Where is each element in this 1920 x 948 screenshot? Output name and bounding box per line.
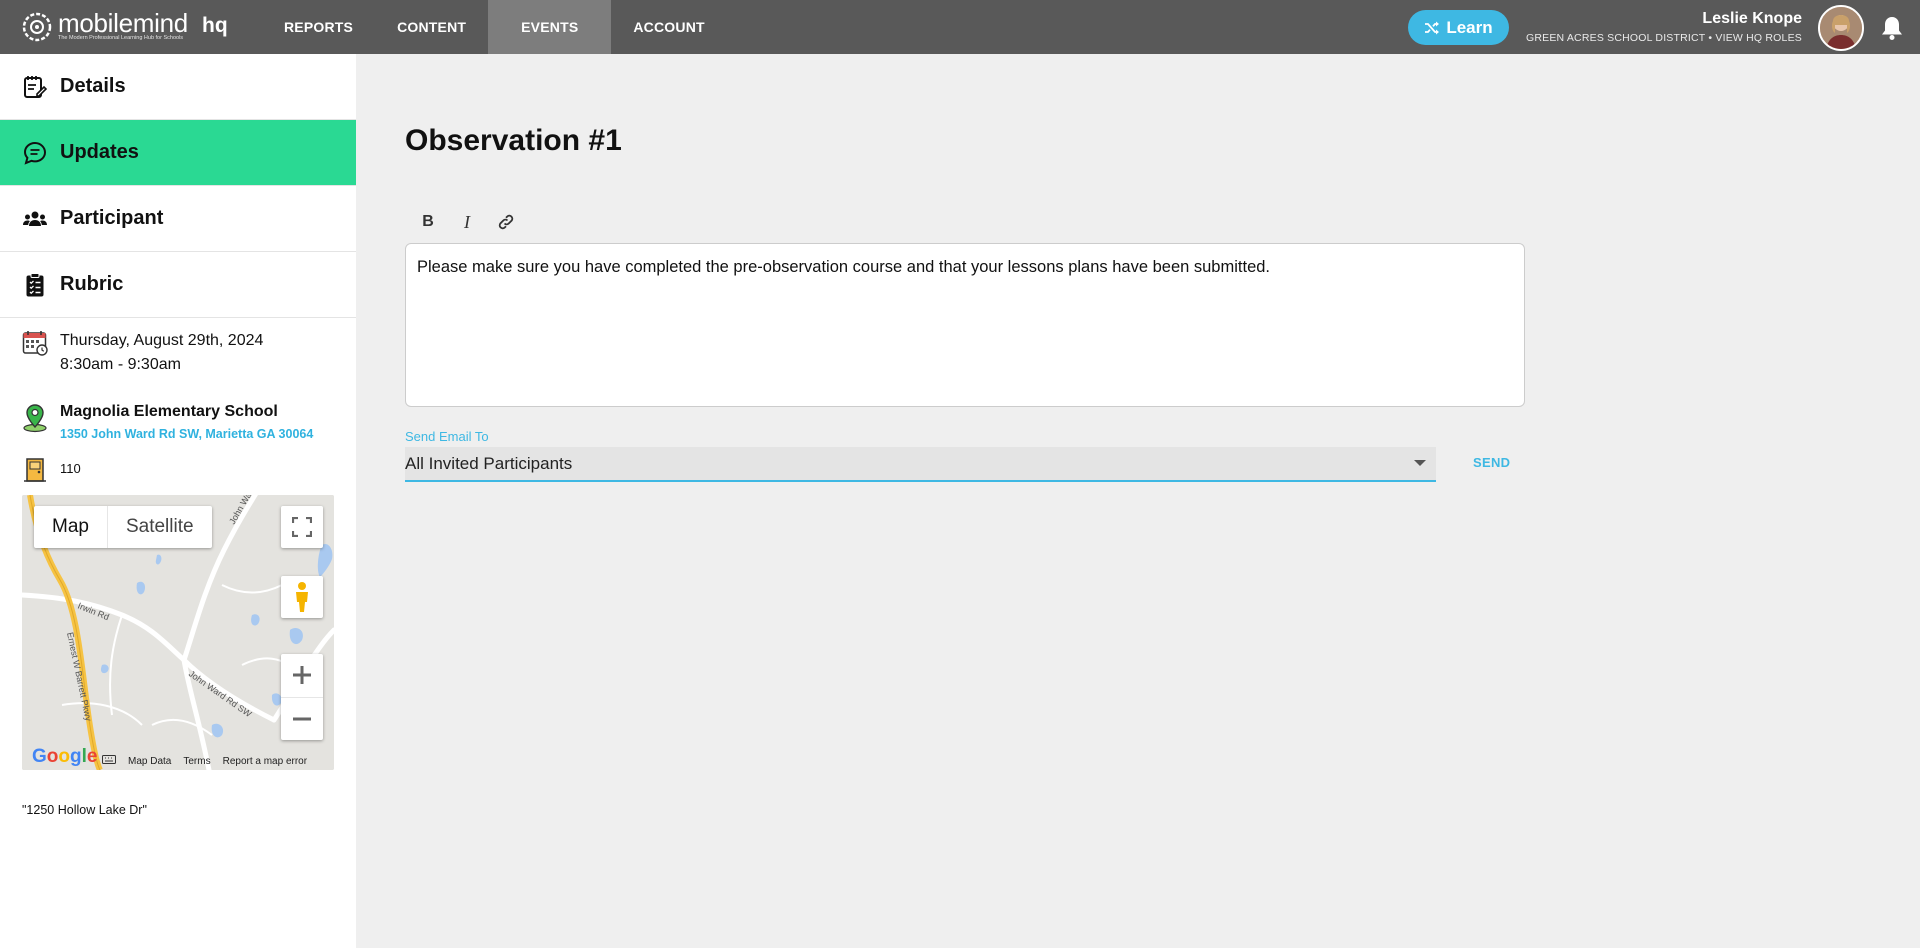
sidebar-item-participant[interactable]: Participant	[0, 186, 356, 252]
location-note: "1250 Hollow Lake Dr"	[22, 803, 147, 817]
calendar-clock-icon	[22, 329, 48, 357]
fullscreen-button[interactable]	[281, 506, 323, 548]
map-terms-link[interactable]: Terms	[183, 756, 210, 767]
learn-button[interactable]: Learn	[1408, 10, 1509, 45]
sidebar-item-label: Rubric	[60, 273, 124, 295]
editor-toolbar: B I	[416, 210, 533, 234]
brand-tagline: The Modern Professional Learning Hub for…	[58, 35, 184, 41]
sidebar-item-label: Participant	[60, 207, 164, 229]
send-email-value: All Invited Participants	[405, 453, 573, 473]
user-district: GREEN ACRES SCHOOL DISTRICT	[1525, 32, 1706, 44]
event-datetime: Thursday, August 29th, 2024 8:30am - 9:3…	[22, 329, 263, 377]
plus-icon	[293, 666, 311, 685]
location-map[interactable]: John Ward Rd Irwin Rd Ernest W Barrett P…	[22, 495, 334, 770]
message-text: Please make sure you have completed the …	[417, 258, 1271, 276]
sidebar-item-updates[interactable]: Updates	[0, 120, 356, 186]
keyboard-shortcuts-icon[interactable]	[102, 755, 116, 767]
user-info: Leslie Knope GREEN ACRES SCHOOL DISTRICT…	[1526, 10, 1802, 44]
user-district-line: GREEN ACRES SCHOOL DISTRICT • VIEW HQ RO…	[1526, 32, 1802, 44]
sidebar-item-label: Details	[60, 75, 126, 97]
top-navigation-bar: mobilemind The Modern Professional Learn…	[0, 0, 1920, 54]
fullscreen-icon	[292, 517, 312, 537]
map-type-control: Map Satellite	[34, 506, 212, 548]
brand-suffix: hq	[202, 14, 228, 37]
sidebar-item-rubric[interactable]: Rubric	[0, 252, 356, 318]
notepad-icon	[22, 74, 48, 100]
send-email-label: Send Email To	[405, 429, 489, 444]
event-room: 110	[22, 457, 81, 485]
avatar[interactable]	[1818, 5, 1864, 51]
bell-icon[interactable]	[1880, 15, 1904, 41]
user-name: Leslie Knope	[1702, 10, 1802, 27]
sidebar-item-label: Updates	[60, 141, 139, 163]
report-map-error-link[interactable]: Report a map error	[223, 756, 307, 767]
event-location: Magnolia Elementary School 1350 John War…	[22, 403, 313, 441]
view-hq-roles-link[interactable]: VIEW HQ ROLES	[1715, 32, 1802, 44]
mobilemind-logo[interactable]: mobilemind The Modern Professional Learn…	[22, 8, 188, 42]
dropdown-caret-icon	[1414, 460, 1426, 466]
pegman-icon	[296, 582, 308, 612]
people-icon	[22, 206, 48, 232]
map-pin-icon	[22, 403, 48, 433]
link-button[interactable]	[494, 210, 518, 234]
italic-button[interactable]: I	[455, 210, 479, 234]
door-icon	[22, 457, 48, 485]
sidebar-item-details[interactable]: Details	[0, 54, 356, 120]
brand-name: mobilemind	[58, 8, 188, 38]
send-button[interactable]: SEND	[1473, 455, 1510, 470]
learn-button-label: Learn	[1446, 17, 1493, 37]
chat-bubble-icon	[22, 140, 48, 166]
logo-mark-icon	[22, 12, 52, 41]
page-title: Observation #1	[405, 124, 622, 157]
street-view-pegman[interactable]	[281, 576, 323, 618]
minus-icon	[293, 717, 311, 721]
location-address-link[interactable]: 1350 John Ward Rd SW, Marietta GA 30064	[60, 427, 313, 441]
zoom-out-button[interactable]	[281, 698, 323, 741]
separator-dot: •	[1708, 32, 1713, 44]
event-sidebar: Details Updates Participant Rubric Thurs…	[0, 54, 356, 948]
main-nav: REPORTS CONTENT EVENTS ACCOUNT	[262, 0, 727, 54]
event-time: 8:30am - 9:30am	[60, 356, 181, 373]
nav-reports[interactable]: REPORTS	[262, 0, 375, 54]
bold-button[interactable]: B	[416, 210, 440, 234]
map-type-map-button[interactable]: Map	[34, 506, 108, 548]
message-editor[interactable]: Please make sure you have completed the …	[405, 243, 1525, 407]
map-type-satellite-button[interactable]: Satellite	[108, 506, 212, 548]
zoom-in-button[interactable]	[281, 654, 323, 698]
room-number: 110	[60, 461, 81, 476]
avatar-photo	[1820, 7, 1862, 49]
nav-content[interactable]: CONTENT	[375, 0, 488, 54]
location-name: Magnolia Elementary School	[60, 403, 278, 420]
zoom-control	[281, 654, 323, 740]
clipboard-icon	[22, 272, 48, 298]
send-email-select[interactable]: All Invited Participants	[405, 447, 1436, 482]
shuffle-icon	[1425, 21, 1440, 34]
nav-events[interactable]: EVENTS	[488, 0, 612, 54]
link-icon	[498, 214, 514, 230]
nav-account[interactable]: ACCOUNT	[611, 0, 726, 54]
map-data-link[interactable]: Map Data	[128, 756, 171, 767]
map-attribution: Map Data Terms Report a map error	[22, 752, 334, 770]
event-date: Thursday, August 29th, 2024	[60, 332, 264, 349]
